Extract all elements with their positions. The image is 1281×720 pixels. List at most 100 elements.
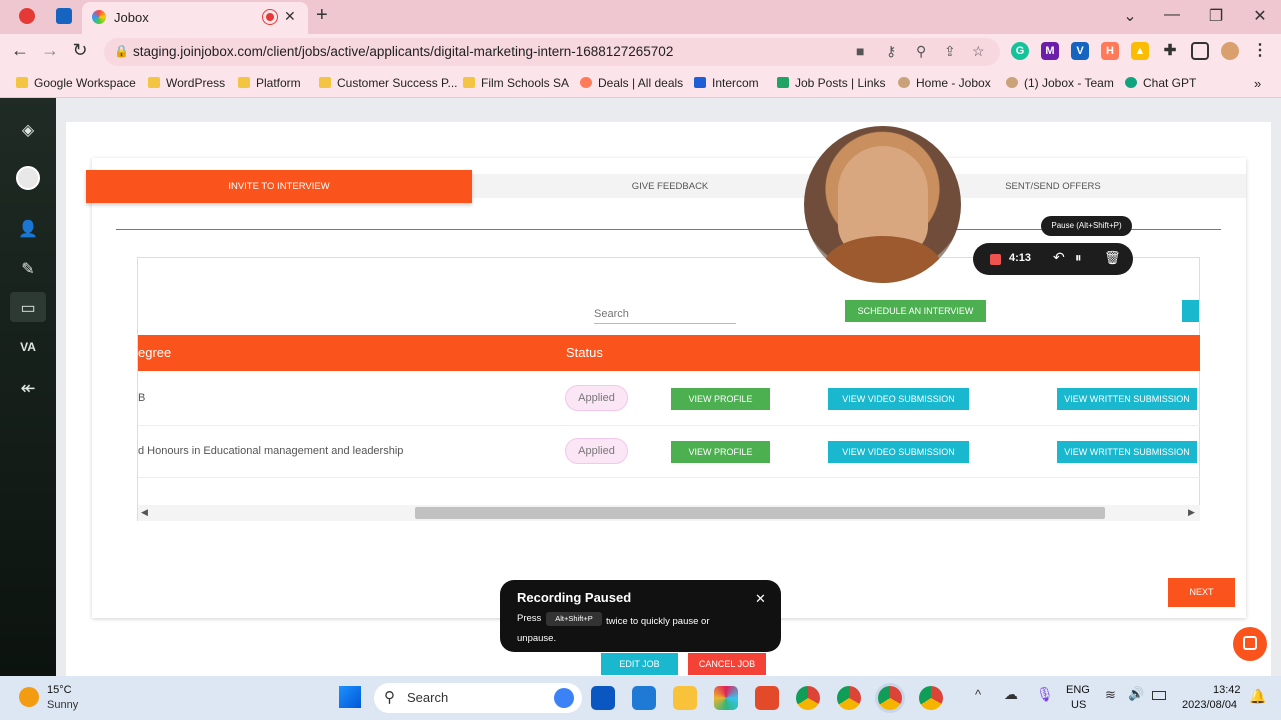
snip-tool-icon[interactable]	[755, 686, 779, 710]
tab-search-icon[interactable]: ⌄	[1118, 6, 1142, 26]
profile-avatar[interactable]	[1221, 42, 1239, 60]
jobox-logo-icon[interactable]: ◈	[0, 120, 56, 140]
restore-icon[interactable]: ❐	[1204, 6, 1228, 26]
tab-close-icon[interactable]: ✕	[284, 8, 296, 25]
pencil-icon[interactable]: ✎	[0, 259, 56, 279]
user-icon[interactable]: 👤	[0, 219, 56, 239]
bookmark-item[interactable]: WordPress	[148, 76, 225, 90]
back-icon[interactable]: ←	[8, 40, 32, 61]
mail-icon[interactable]	[632, 686, 656, 710]
share-icon[interactable]: ⇪	[944, 43, 956, 60]
extra-action-button[interactable]	[1182, 300, 1199, 322]
view-profile-button[interactable]: VIEW PROFILE	[671, 388, 770, 410]
grammarly-extension-icon[interactable]: G	[1011, 42, 1029, 60]
search-input[interactable]	[594, 308, 734, 320]
minimize-icon[interactable]: —	[1160, 6, 1184, 24]
view-video-submission-button[interactable]: VIEW VIDEO SUBMISSION	[828, 388, 969, 410]
windows-start-icon[interactable]	[339, 686, 361, 708]
tab-sent-send-offers[interactable]: SENT/SEND OFFERS	[975, 181, 1131, 192]
bookmark-item[interactable]: Chat GPT	[1125, 76, 1196, 90]
chrome-profile-icon[interactable]	[837, 686, 861, 710]
bookmarks-overflow-icon[interactable]: »	[1254, 76, 1261, 91]
column-status: Status	[566, 345, 603, 360]
scroll-left-icon[interactable]: ◀	[141, 507, 148, 518]
reload-icon[interactable]: ↻	[68, 40, 92, 61]
taskbar-search[interactable]: ⚲ Search	[374, 683, 582, 713]
bookmark-label: Home - Jobox	[916, 76, 991, 90]
view-written-submission-button[interactable]: VIEW WRITTEN SUBMISSION	[1057, 388, 1197, 410]
key-icon[interactable]: ⚷	[886, 43, 896, 60]
sun-weather-icon[interactable]	[19, 687, 39, 707]
v-extension-icon[interactable]: V	[1071, 42, 1089, 60]
extensions-puzzle-icon[interactable]: ✚	[1161, 42, 1179, 60]
address-bar[interactable]: 🔒 staging.joinjobox.com/client/jobs/acti…	[104, 38, 1000, 66]
wifi-icon[interactable]: ≋	[1105, 687, 1116, 703]
chrome-active-icon[interactable]	[878, 686, 902, 710]
new-tab-button[interactable]: +	[316, 4, 328, 27]
m-extension-icon[interactable]: M	[1041, 42, 1059, 60]
delete-icon[interactable]: 🗑	[1104, 250, 1121, 266]
chrome-menu-icon[interactable]: ⋮	[1251, 42, 1269, 60]
bookmark-item[interactable]: Intercom	[694, 76, 759, 90]
tab-give-feedback[interactable]: GIVE FEEDBACK	[600, 181, 740, 192]
camera-icon[interactable]: ■	[856, 43, 864, 59]
bookmark-item[interactable]: (1) Jobox - Team	[1006, 76, 1114, 90]
toast-close-icon[interactable]: ✕	[755, 591, 766, 607]
briefcase-icon[interactable]: ▭	[0, 298, 56, 318]
window-close-icon[interactable]: ✕	[1248, 6, 1272, 26]
cancel-job-button[interactable]: CANCEL JOB	[688, 653, 766, 675]
next-button[interactable]: NEXT	[1168, 578, 1235, 607]
bookmark-item[interactable]: Customer Success P...	[319, 76, 458, 90]
language-top[interactable]: ENG	[1066, 684, 1090, 696]
bookmark-star-icon[interactable]: ☆	[972, 43, 985, 60]
scrollbar-thumb[interactable]	[415, 507, 1105, 519]
bookmark-item[interactable]: Film Schools SA	[463, 76, 569, 90]
forward-icon[interactable]: →	[38, 40, 62, 61]
lock-icon[interactable]: 🔒	[114, 44, 129, 58]
webcam-bubble[interactable]	[804, 126, 961, 283]
tab-jobox[interactable]: Jobox ✕	[82, 2, 308, 34]
user-initials[interactable]: VA	[0, 340, 56, 354]
battery-icon[interactable]	[1152, 691, 1166, 700]
drive-extension-icon[interactable]: ▲	[1131, 42, 1149, 60]
bookmark-label: Google Workspace	[34, 76, 136, 90]
chrome-icon[interactable]	[796, 686, 820, 710]
microphone-icon[interactable]: 🎙	[1036, 686, 1054, 703]
volume-icon[interactable]: 🔊	[1128, 686, 1144, 702]
onedrive-icon[interactable]: ☁	[1004, 686, 1018, 703]
tab-invite-to-interview[interactable]: INVITE TO INTERVIEW	[86, 170, 472, 203]
hubspot-extension-icon[interactable]: H	[1101, 42, 1119, 60]
toast-title: Recording Paused	[517, 590, 632, 605]
bookmark-item[interactable]: Google Workspace	[16, 76, 136, 90]
avatar[interactable]	[16, 166, 40, 190]
bookmark-item[interactable]: Platform	[238, 76, 301, 90]
bookmark-item[interactable]: Deals | All deals	[580, 76, 683, 90]
edit-job-button[interactable]: EDIT JOB	[601, 653, 678, 675]
side-panel-icon[interactable]	[1191, 42, 1209, 60]
view-video-submission-button[interactable]: VIEW VIDEO SUBMISSION	[828, 441, 969, 463]
search-field[interactable]	[594, 304, 736, 324]
scroll-right-icon[interactable]: ▶	[1188, 507, 1195, 518]
sheets-icon	[777, 77, 789, 88]
chat-launcher-icon[interactable]	[1233, 627, 1267, 661]
view-written-submission-button[interactable]: VIEW WRITTEN SUBMISSION	[1057, 441, 1197, 463]
hp-app-icon[interactable]	[591, 686, 615, 710]
clock-time[interactable]: 13:42	[1213, 684, 1241, 696]
restart-icon[interactable]: ↶	[1053, 249, 1065, 266]
bookmark-item[interactable]: Job Posts | Links	[777, 76, 886, 90]
view-profile-button[interactable]: VIEW PROFILE	[671, 441, 770, 463]
notifications-icon[interactable]: 🔔	[1249, 688, 1266, 705]
stop-recording-icon[interactable]	[990, 254, 1001, 265]
zoom-icon[interactable]: ⚲	[916, 43, 926, 60]
windows-taskbar: 15°C Sunny ⚲ Search ^ ☁ 🎙 ENG US ≋ 🔊 13:…	[0, 676, 1281, 720]
schedule-interview-button[interactable]: SCHEDULE AN INTERVIEW	[845, 300, 986, 322]
show-hidden-icons-icon[interactable]: ^	[975, 687, 981, 702]
chrome-second-profile-icon[interactable]	[919, 686, 943, 710]
pinned-tab-recording-icon[interactable]	[19, 8, 35, 24]
pinned-tab-v-icon[interactable]	[56, 8, 72, 24]
reply-all-icon[interactable]: ↞	[0, 378, 56, 399]
pause-icon[interactable]: ⏸	[1075, 250, 1082, 266]
slack-icon[interactable]	[714, 686, 738, 710]
bookmark-item[interactable]: Home - Jobox	[898, 76, 991, 90]
file-explorer-icon[interactable]	[673, 686, 697, 710]
